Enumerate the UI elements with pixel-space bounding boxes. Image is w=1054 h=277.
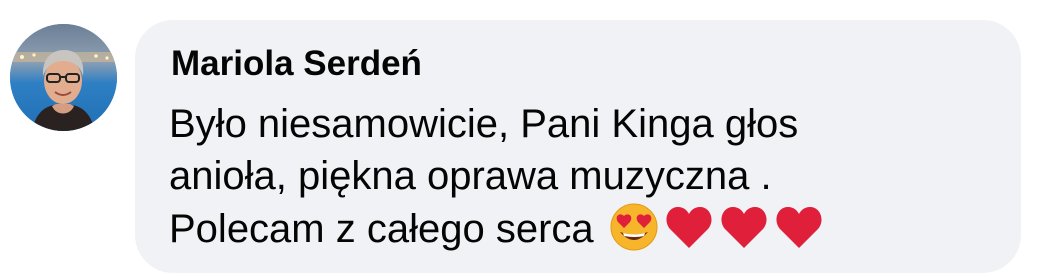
red-heart-emoji-icon	[719, 202, 769, 252]
comment-text-line: Polecam z całego serca	[169, 202, 824, 254]
comment: Mariola Serdeń Było niesamowicie, Pani K…	[0, 0, 1054, 277]
heart-eyes-emoji-icon	[609, 202, 659, 252]
avatar-photo	[10, 24, 117, 131]
comment-text-fragment: Polecam z całego serca	[169, 207, 594, 251]
comment-bubble: Mariola Serdeń Było niesamowicie, Pani K…	[135, 20, 1021, 273]
comment-text-line: anioła, piękna oprawa muzyczna .	[169, 154, 772, 198]
comment-text: Było niesamowicie, Pani Kinga głos anioł…	[169, 98, 824, 254]
red-heart-emoji-icon	[664, 202, 714, 252]
red-heart-emoji-icon	[774, 202, 824, 252]
comment-text-line: Było niesamowicie, Pani Kinga głos	[169, 102, 799, 146]
comment-author[interactable]: Mariola Serdeń	[171, 42, 422, 86]
avatar[interactable]	[10, 24, 117, 131]
